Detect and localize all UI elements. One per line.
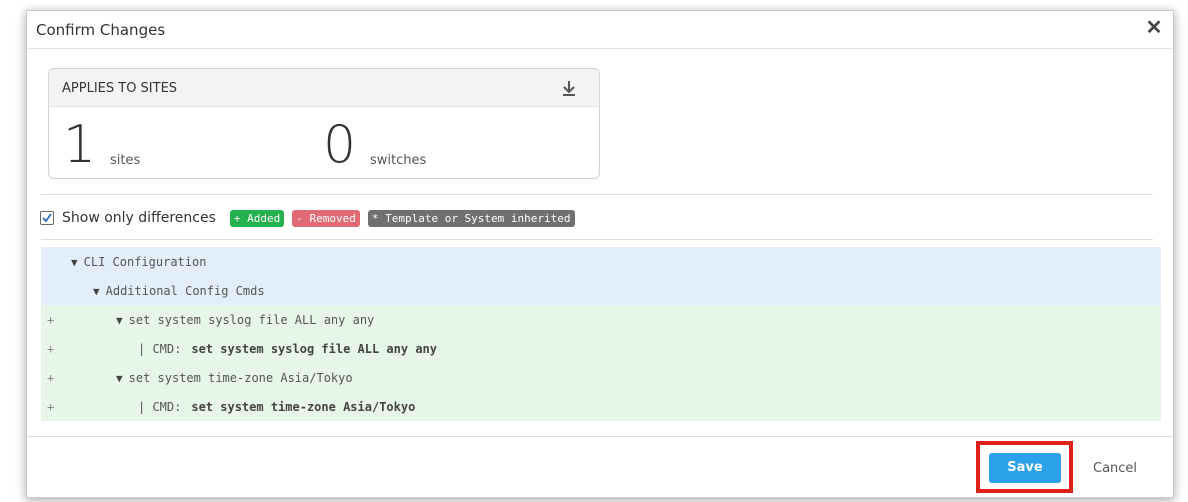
show-only-differences-checkbox[interactable] <box>40 211 54 225</box>
inherited-badge: * Template or System inherited <box>367 209 575 227</box>
card-title: APPLIES TO SITES <box>62 81 178 96</box>
cmd-value: set system time-zone Asia/Tokyo <box>191 400 416 414</box>
diff-filter-row: Show only differences + Added - Removed … <box>40 208 583 228</box>
tree-row[interactable]: + ▼ set system time-zone Asia/Tokyo <box>41 363 1161 392</box>
confirm-changes-dialog: Confirm Changes ✕ APPLIES TO SITES 1 sit… <box>26 10 1174 498</box>
added-sign: + <box>47 313 55 327</box>
tree-row[interactable]: + ▼ set system syslog file ALL any any <box>41 305 1161 334</box>
switches-label: switches <box>370 153 427 168</box>
save-button[interactable]: Save <box>989 453 1061 483</box>
sites-label: sites <box>110 153 141 168</box>
divider <box>41 239 1153 240</box>
added-badge: + Added <box>229 209 285 227</box>
tree-row[interactable]: ▼ Additional Config Cmds <box>41 276 1161 305</box>
close-icon[interactable]: ✕ <box>1143 17 1165 39</box>
card-header: APPLIES TO SITES <box>49 69 599 107</box>
sites-count: 1 <box>63 115 97 175</box>
tree-row[interactable]: ▼ CLI Configuration <box>41 247 1161 276</box>
cmd-prefix: | CMD: <box>138 400 182 414</box>
cmd-value: set system syslog file ALL any any <box>191 342 437 356</box>
tree-row-label: Additional Config Cmds <box>105 284 265 298</box>
tree-row-label: set system syslog file ALL any any <box>128 313 375 327</box>
show-only-differences-label: Show only differences <box>62 210 216 226</box>
added-sign: + <box>47 400 55 414</box>
applies-to-sites-card: APPLIES TO SITES 1 sites 0 switches <box>48 68 600 179</box>
expand-triangle-icon[interactable]: ▼ <box>116 314 123 327</box>
removed-badge: - Removed <box>292 209 360 227</box>
sites-stat: 1 sites <box>63 119 140 177</box>
cmd-prefix: | CMD: <box>138 342 182 356</box>
config-diff-tree: ▼ CLI Configuration ▼ Additional Config Cm… <box>41 247 1161 421</box>
dialog-title: Confirm Changes <box>36 21 166 39</box>
cancel-button[interactable]: Cancel <box>1093 461 1137 476</box>
tree-row-label: set system time-zone Asia/Tokyo <box>128 371 353 385</box>
switches-count: 0 <box>323 115 357 175</box>
expand-triangle-icon[interactable]: ▼ <box>93 285 100 298</box>
expand-triangle-icon[interactable]: ▼ <box>71 256 78 269</box>
footer-divider <box>27 436 1173 437</box>
divider <box>41 194 1153 195</box>
added-sign: + <box>47 371 55 385</box>
added-sign: + <box>47 342 55 356</box>
expand-triangle-icon[interactable]: ▼ <box>116 372 123 385</box>
tree-row[interactable]: + | CMD: set system time-zone Asia/Tokyo <box>41 392 1161 421</box>
tree-row[interactable]: + | CMD: set system syslog file ALL any a… <box>41 334 1161 363</box>
dialog-header: Confirm Changes ✕ <box>27 11 1173 49</box>
switches-stat: 0 switches <box>323 119 426 177</box>
tree-row-label: CLI Configuration <box>83 255 207 269</box>
download-icon[interactable] <box>561 79 577 97</box>
